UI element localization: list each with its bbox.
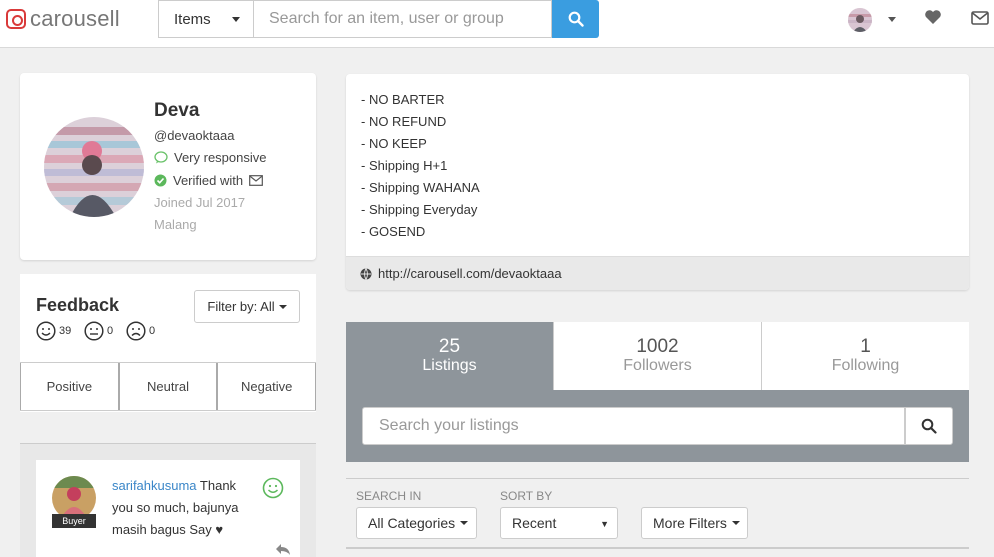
reply-icon[interactable] xyxy=(274,542,292,556)
frown-icon xyxy=(126,321,146,341)
search-button[interactable] xyxy=(552,0,599,38)
search-in-label: SEARCH IN xyxy=(356,489,422,503)
positive-count-text: 39 xyxy=(59,325,72,337)
feedback-filter-button[interactable]: Filter by: All xyxy=(194,290,300,323)
description-line: - Shipping H+1 xyxy=(361,158,448,173)
description-line: - NO BARTER xyxy=(361,92,445,107)
verified-row: Verified with xyxy=(154,173,263,188)
chat-icon xyxy=(154,151,168,164)
description-text: - NO BARTER - NO REFUND - NO KEEP - Ship… xyxy=(361,89,480,243)
reviews-section: Buyer sarifahkusuma Thank you so much, b… xyxy=(20,443,316,557)
responsiveness-text: Very responsive xyxy=(174,150,267,165)
account-menu-caret[interactable] xyxy=(888,17,896,22)
listings-search-area: Search your listings xyxy=(346,390,969,462)
responsiveness-row: Very responsive xyxy=(154,150,267,165)
verified-text: Verified with xyxy=(173,173,244,188)
profile-url-link[interactable]: http://carousell.com/devaoktaaa xyxy=(378,266,562,281)
more-filters-button[interactable]: More Filters xyxy=(641,507,748,539)
profile-stats-tabs: 25 Listings 1002 Followers 1 Following xyxy=(346,322,969,390)
description-line: - NO REFUND xyxy=(361,114,447,129)
top-navigation-bar: carousell Items Search for an item, user… xyxy=(0,0,994,48)
profile-username: @devaoktaaa xyxy=(154,128,234,143)
description-line: - NO KEEP xyxy=(361,136,427,151)
listings-search-placeholder: Search your listings xyxy=(379,417,519,434)
search-placeholder: Search for an item, user or group xyxy=(269,10,504,27)
profile-description-card: - NO BARTER - NO REFUND - NO KEEP - Ship… xyxy=(346,74,969,290)
profile-avatar xyxy=(44,117,144,217)
buyer-badge: Buyer xyxy=(52,514,96,528)
neutral-face-icon xyxy=(84,321,104,341)
profile-photo xyxy=(44,117,144,217)
negative-count: 0 xyxy=(126,321,155,341)
carousell-logo-icon xyxy=(6,9,26,29)
location-text: Malang xyxy=(154,217,197,232)
description-line: - Shipping WAHANA xyxy=(361,180,480,195)
search-icon xyxy=(921,418,937,434)
tab-following[interactable]: 1 Following xyxy=(761,322,969,390)
check-circle-icon xyxy=(154,174,167,187)
smiley-icon xyxy=(262,477,284,499)
user-avatar[interactable] xyxy=(848,8,872,32)
logo-text: carousell xyxy=(30,6,120,31)
mail-icon[interactable] xyxy=(971,11,989,25)
listings-label: Listings xyxy=(422,357,477,374)
feedback-tabs: Positive Neutral Negative xyxy=(20,362,317,411)
sort-by-value: Recent xyxy=(512,515,557,531)
profile-link-row: http://carousell.com/devaoktaaa xyxy=(346,256,969,290)
sort-by-select[interactable]: Recent ▼ xyxy=(500,507,618,539)
search-input[interactable]: Search for an item, user or group xyxy=(253,0,552,38)
reviewer-username-link[interactable]: sarifahkusuma xyxy=(112,478,197,493)
tab-positive[interactable]: Positive xyxy=(20,363,119,410)
joined-date: Joined Jul 2017 xyxy=(154,195,245,210)
neutral-count: 0 xyxy=(84,321,113,341)
category-select-label: Items xyxy=(174,10,211,28)
chevron-down-icon xyxy=(460,521,469,525)
profile-name: Deva xyxy=(154,100,200,121)
tab-listings[interactable]: 25 Listings xyxy=(346,322,553,390)
chevron-down-icon xyxy=(278,304,287,309)
review-text: sarifahkusuma Thank you so much, bajunya… xyxy=(112,475,258,541)
username-text: @devaoktaaa xyxy=(154,128,235,143)
more-filters-label: More Filters xyxy=(653,515,727,531)
review-item: Buyer sarifahkusuma Thank you so much, b… xyxy=(36,460,300,557)
profile-card: Deva @devaoktaaa Very responsive Verifie… xyxy=(20,73,316,260)
avatar-image xyxy=(848,8,872,32)
listings-divider xyxy=(346,547,969,549)
category-select[interactable]: Items xyxy=(158,0,253,38)
listings-search-button[interactable] xyxy=(905,407,953,445)
tab-neutral[interactable]: Neutral xyxy=(118,363,218,410)
smiley-icon xyxy=(36,321,56,341)
feedback-card: Feedback Filter by: All 39 0 0 Positive … xyxy=(20,274,317,412)
filter-label: Filter by: All xyxy=(207,299,275,314)
listings-count: 25 xyxy=(438,336,461,357)
carousell-logo[interactable]: carousell xyxy=(6,6,120,32)
neutral-count-text: 0 xyxy=(107,325,114,337)
tab-followers[interactable]: 1002 Followers xyxy=(553,322,761,390)
globe-icon xyxy=(360,267,372,280)
followers-count: 1002 xyxy=(636,336,679,357)
positive-count: 39 xyxy=(36,321,71,341)
filters-divider xyxy=(346,478,969,479)
category-filter-value: All Categories xyxy=(368,515,456,531)
listings-search-input[interactable]: Search your listings xyxy=(362,407,905,445)
location: Malang xyxy=(154,217,197,232)
following-label: Following xyxy=(831,357,900,374)
heart-icon[interactable] xyxy=(924,9,942,25)
description-line: - GOSEND xyxy=(361,224,426,239)
feedback-title: Feedback xyxy=(36,295,120,315)
chevron-down-icon xyxy=(232,17,240,22)
negative-count-text: 0 xyxy=(149,325,156,337)
followers-label: Followers xyxy=(623,357,692,374)
chevron-down-icon xyxy=(731,521,740,525)
chevron-down-icon: ▼ xyxy=(600,519,609,529)
category-filter-dropdown[interactable]: All Categories xyxy=(356,507,477,539)
mail-icon xyxy=(249,175,263,186)
following-count: 1 xyxy=(860,336,871,357)
tab-negative[interactable]: Negative xyxy=(217,363,317,410)
search-icon xyxy=(568,11,584,27)
joined-text: Joined Jul 2017 xyxy=(154,195,246,210)
sort-by-label: SORT BY xyxy=(500,489,553,503)
description-line: - Shipping Everyday xyxy=(361,202,478,217)
